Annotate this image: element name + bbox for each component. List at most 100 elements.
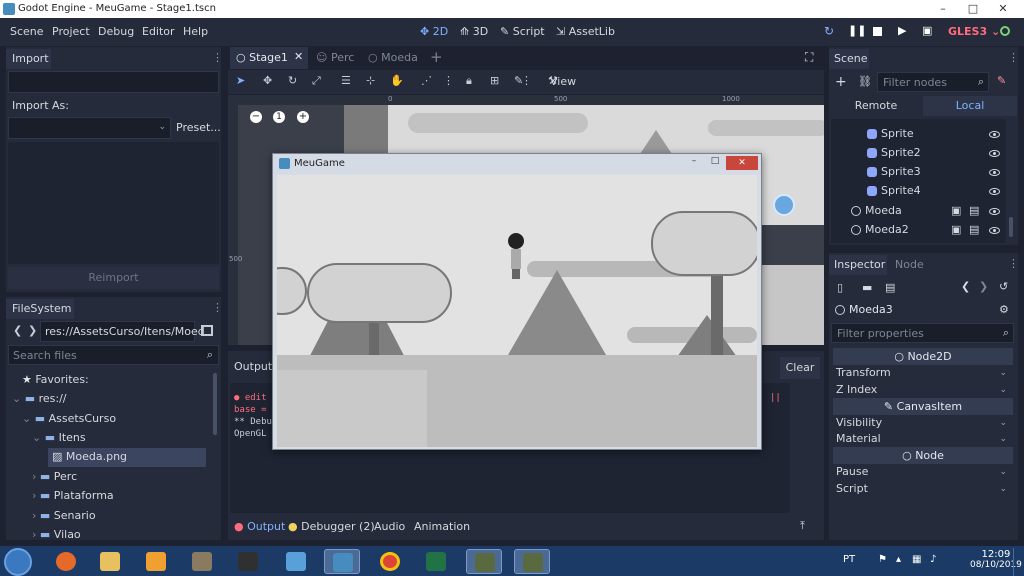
play-scene-icon[interactable]: ▶ bbox=[898, 24, 906, 37]
stop-icon[interactable] bbox=[873, 27, 882, 36]
game-maximize-button[interactable]: □ bbox=[705, 156, 725, 170]
tree-node-sprite2[interactable]: Sprite2 bbox=[867, 146, 921, 159]
tray-volume-icon[interactable]: ♪ bbox=[930, 554, 936, 565]
maximize-button[interactable]: □ bbox=[960, 0, 986, 18]
taskbar-media[interactable] bbox=[138, 549, 174, 574]
zoom-reset-icon[interactable]: 1 bbox=[273, 111, 285, 123]
minimize-button[interactable]: – bbox=[930, 0, 956, 18]
visibility-eye-icon[interactable] bbox=[989, 188, 1000, 195]
menu-debug[interactable]: Debug bbox=[98, 25, 134, 38]
mode-2d[interactable]: ✥ 2D bbox=[420, 25, 448, 38]
path-field[interactable]: res://AssetsCurso/Itens/Moed bbox=[40, 321, 205, 342]
tab-inspector[interactable]: Inspector bbox=[829, 255, 887, 275]
local-tab[interactable]: Local bbox=[923, 96, 1017, 116]
tree-node-sprite4[interactable]: Sprite4 bbox=[867, 184, 921, 197]
toolbar-more-icon[interactable]: ⋮ bbox=[521, 74, 532, 87]
new-resource-icon[interactable]: ▯ bbox=[837, 281, 843, 294]
filesystem-scrollbar[interactable] bbox=[213, 373, 217, 435]
split-view-icon[interactable] bbox=[201, 325, 213, 336]
scale-tool-icon[interactable]: ⤢ bbox=[312, 74, 321, 88]
move-tool-icon[interactable]: ✥ bbox=[263, 74, 272, 87]
tree-node-moeda2[interactable]: Moeda2 bbox=[851, 223, 909, 236]
remote-tab[interactable]: Remote bbox=[829, 96, 923, 116]
menu-project[interactable]: Project bbox=[52, 25, 90, 38]
taskbar-app-1[interactable] bbox=[466, 549, 502, 574]
select-tool-icon[interactable]: ➤ bbox=[236, 74, 245, 87]
res-root-item[interactable]: ⌄ ▬ res:// bbox=[12, 392, 67, 405]
zoom-out-icon[interactable]: − bbox=[250, 111, 262, 123]
visibility-eye-icon[interactable] bbox=[989, 150, 1000, 157]
section-node[interactable]: ○ Node bbox=[833, 447, 1013, 464]
object-history-icon[interactable]: ↺ bbox=[999, 280, 1008, 293]
add-node-icon[interactable]: + bbox=[835, 74, 847, 90]
start-button[interactable] bbox=[4, 548, 32, 576]
taskbar-inkscape[interactable] bbox=[230, 549, 266, 574]
fullscreen-icon[interactable]: ⛶ bbox=[805, 50, 813, 65]
tab-stage1[interactable]: ○ Stage1 ✕ bbox=[230, 47, 308, 69]
more-options-icon[interactable]: ⋮ bbox=[443, 74, 454, 87]
tab-animation[interactable]: Animation bbox=[414, 520, 470, 533]
play-custom-icon[interactable]: ▣ bbox=[922, 24, 932, 37]
assetscurso-item[interactable]: ⌄ ▬ AssetsCurso bbox=[22, 412, 116, 425]
open-scene-icon[interactable]: ▣ bbox=[951, 204, 961, 217]
moeda-png-item[interactable]: ▨ Moeda.png bbox=[48, 448, 206, 467]
tab-audio[interactable]: Audio bbox=[374, 520, 405, 533]
filter-properties-field[interactable]: Filter properties ⌕ bbox=[831, 323, 1014, 343]
property-pause[interactable]: Pause ⌄ bbox=[833, 464, 1013, 480]
tray-network-icon[interactable]: ▦ bbox=[912, 554, 921, 565]
perc-item[interactable]: › ▬ Perc bbox=[32, 470, 77, 483]
tab-perc[interactable]: ☺ Perc bbox=[316, 51, 354, 64]
tab-debugger[interactable]: ● Debugger (2) bbox=[288, 520, 375, 533]
tree-node-sprite3[interactable]: Sprite3 bbox=[867, 165, 921, 178]
section-canvasitem[interactable]: ✎ CanvasItem bbox=[833, 398, 1013, 415]
tab-moeda[interactable]: ○ Moeda bbox=[368, 51, 418, 64]
save-resource-icon[interactable]: ▤ bbox=[885, 281, 895, 294]
taskbar-godot[interactable] bbox=[324, 549, 360, 574]
plataforma-item[interactable]: › ▬ Plataforma bbox=[32, 489, 114, 502]
script-icon[interactable]: ▤ bbox=[969, 223, 979, 236]
property-visibility[interactable]: Visibility ⌄ bbox=[833, 415, 1013, 431]
collapse-panel-icon[interactable]: ⤒ bbox=[800, 519, 805, 533]
menu-editor[interactable]: Editor bbox=[142, 25, 175, 38]
game-minimize-button[interactable]: – bbox=[684, 156, 704, 170]
tab-scene[interactable]: Scene bbox=[829, 49, 869, 69]
property-script[interactable]: Script ⌄ bbox=[833, 481, 1013, 497]
show-desktop-button[interactable] bbox=[1013, 548, 1023, 576]
favorites-item[interactable]: ★ Favorites: bbox=[22, 373, 89, 386]
tab-filesystem[interactable]: FileSystem bbox=[6, 299, 74, 319]
snap-icon[interactable]: ⋰ bbox=[421, 74, 432, 87]
add-tab-icon[interactable]: + bbox=[430, 48, 443, 66]
mode-script[interactable]: ✎ Script bbox=[500, 25, 545, 38]
clear-button[interactable]: Clear bbox=[780, 357, 820, 379]
tab-output[interactable]: ● Output bbox=[234, 520, 285, 533]
renderer-select[interactable]: GLES3 ⌄ bbox=[948, 25, 1000, 38]
menu-scene[interactable]: Scene bbox=[10, 25, 44, 38]
list-select-icon[interactable]: ☰ bbox=[341, 74, 351, 87]
scene-scrollbar[interactable] bbox=[1009, 217, 1013, 237]
dock-menu-icon[interactable]: ⋮ bbox=[1008, 257, 1019, 270]
script-icon[interactable]: ▤ bbox=[969, 204, 979, 217]
visibility-eye-icon[interactable] bbox=[989, 227, 1000, 234]
visibility-eye-icon[interactable] bbox=[989, 169, 1000, 176]
tray-flag-icon[interactable]: ⚑ bbox=[878, 554, 887, 565]
pivot-tool-icon[interactable]: ⊹ bbox=[366, 74, 375, 87]
pan-tool-icon[interactable]: ✋ bbox=[390, 74, 404, 87]
close-button[interactable]: ✕ bbox=[990, 0, 1016, 18]
zoom-in-icon[interactable]: + bbox=[297, 111, 309, 123]
game-viewport[interactable] bbox=[277, 175, 757, 447]
taskbar-firefox[interactable] bbox=[48, 549, 84, 574]
property-zindex[interactable]: Z Index ⌄ bbox=[833, 382, 1013, 398]
filter-nodes-field[interactable]: Filter nodes ⌕ bbox=[877, 72, 989, 92]
property-tools-icon[interactable]: ⚙ bbox=[999, 303, 1009, 316]
group-icon[interactable]: ⊞ bbox=[490, 74, 499, 87]
menu-help[interactable]: Help bbox=[183, 25, 208, 38]
game-close-button[interactable]: ✕ bbox=[726, 156, 758, 170]
visibility-eye-icon[interactable] bbox=[989, 208, 1000, 215]
taskbar-gimp[interactable] bbox=[184, 549, 220, 574]
dock-menu-icon[interactable]: ⋮ bbox=[212, 301, 223, 314]
taskbar-chrome[interactable] bbox=[372, 549, 408, 574]
language-indicator[interactable]: PT bbox=[843, 554, 855, 565]
load-resource-icon[interactable]: ▬ bbox=[862, 281, 872, 294]
search-files-field[interactable]: Search files ⌕ bbox=[8, 345, 219, 365]
remote-debug-icon[interactable]: ↻ bbox=[824, 24, 834, 38]
